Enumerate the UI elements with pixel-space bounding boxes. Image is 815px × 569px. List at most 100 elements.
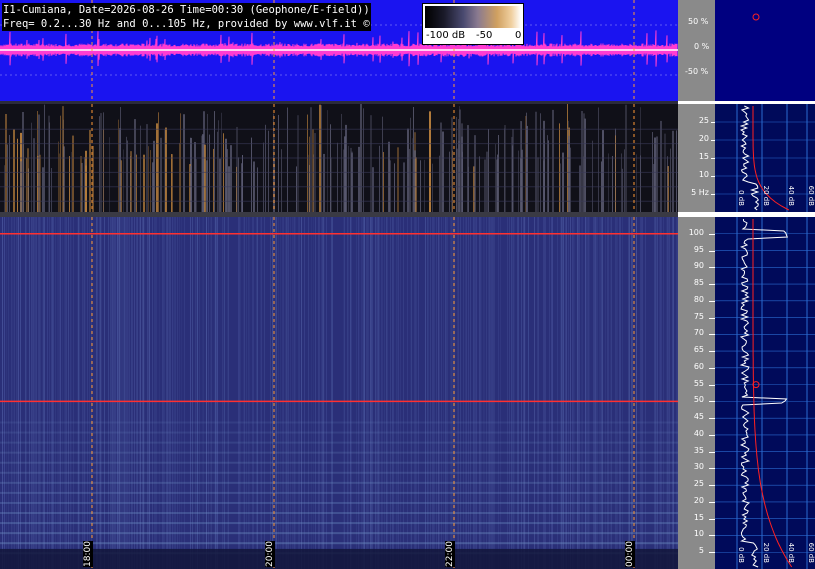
noise-column	[257, 217, 258, 569]
chart-title: I1-Cumiana, Date=2026-08-26 Time=00:30 (…	[2, 3, 371, 31]
noise-column	[168, 217, 169, 569]
noise-column	[216, 217, 217, 569]
noise-column	[315, 217, 316, 569]
side-panel-low-spectrum: 0 dB 20 dB 40 dB 60 dB	[715, 104, 815, 212]
noise-column	[607, 217, 608, 569]
noise-column	[77, 217, 78, 569]
spectral-streak	[236, 126, 238, 212]
noise-column	[523, 217, 524, 569]
noise-column	[203, 217, 204, 569]
noise-column	[140, 217, 141, 569]
noise-column	[343, 217, 344, 569]
noise-column	[111, 217, 112, 569]
spectral-band	[0, 471, 678, 474]
noise-column	[192, 217, 193, 569]
noise-column	[668, 217, 669, 569]
noise-column	[563, 217, 564, 569]
noise-column	[521, 217, 522, 569]
spectral-streak	[72, 135, 74, 212]
noise-column	[44, 217, 45, 569]
noise-column	[85, 217, 86, 569]
noise-column	[136, 217, 137, 569]
side-high-db-label: 60 dB	[807, 543, 815, 564]
noise-column	[659, 217, 660, 569]
noise-column	[26, 217, 27, 569]
noise-column	[366, 217, 367, 569]
spectral-streak	[518, 150, 519, 212]
spectral-streak	[358, 146, 360, 212]
noise-column	[447, 217, 448, 569]
noise-column	[473, 217, 474, 569]
noise-column	[619, 217, 620, 569]
noise-column	[579, 217, 580, 569]
waveform-tick: 50 %	[688, 17, 709, 26]
spectral-band	[0, 441, 678, 444]
noise-column	[68, 217, 69, 569]
spectral-streak	[348, 145, 349, 212]
noise-column	[278, 217, 279, 569]
noise-column	[65, 217, 66, 569]
noise-column	[656, 217, 657, 569]
spectral-streak	[535, 111, 537, 212]
noise-column	[439, 217, 440, 569]
noise-column	[170, 217, 171, 569]
spectral-streak	[218, 120, 219, 212]
waveform-tick: -50 %	[685, 67, 709, 76]
noise-column	[264, 217, 265, 569]
noise-column	[525, 217, 526, 569]
low-spectrogram-svg	[0, 104, 678, 212]
spectral-streak	[123, 149, 124, 212]
noise-column	[458, 217, 459, 569]
noise-column	[128, 217, 129, 569]
noise-column	[112, 217, 113, 569]
spectral-streak	[230, 145, 232, 212]
spectral-band	[0, 431, 678, 434]
noise-column	[445, 217, 446, 569]
noise-column	[166, 217, 167, 569]
spectral-streak	[660, 120, 662, 212]
noise-column	[578, 217, 579, 569]
noise-column	[253, 217, 254, 569]
spectral-streak	[432, 163, 433, 212]
noise-column	[17, 217, 18, 569]
noise-column	[89, 217, 90, 569]
spectral-streak	[80, 155, 82, 212]
spectral-streak	[130, 151, 132, 212]
spectral-streak	[407, 128, 409, 212]
noise-column	[513, 217, 514, 569]
noise-column	[11, 217, 12, 569]
spectral-streak	[84, 157, 85, 212]
high-axis-tick: 35	[693, 445, 704, 455]
noise-column	[66, 217, 67, 569]
noise-column	[378, 217, 379, 569]
noise-column	[137, 217, 138, 569]
noise-column	[407, 217, 408, 569]
noise-column	[428, 217, 429, 569]
noise-column	[622, 217, 623, 569]
high-axis-tick: 40	[693, 428, 704, 438]
noise-column	[43, 217, 44, 569]
noise-column	[441, 217, 442, 569]
noise-column	[97, 217, 98, 569]
noise-column	[560, 217, 561, 569]
waveform-tick: 0 %	[694, 42, 710, 51]
spectral-streak	[372, 167, 374, 212]
spectral-band	[0, 501, 678, 504]
noise-column	[386, 217, 387, 569]
spectral-streak	[121, 160, 122, 212]
noise-column	[582, 217, 583, 569]
noise-column	[156, 217, 157, 569]
low-axis-tick: 10	[698, 170, 709, 179]
noise-column	[509, 217, 510, 569]
spectral-streak	[49, 122, 50, 212]
noise-column	[414, 217, 415, 569]
title-line-1: I1-Cumiana, Date=2026-08-26 Time=00:30 (…	[2, 3, 371, 17]
noise-column	[181, 217, 182, 569]
spectral-streak	[547, 135, 548, 212]
high-axis-tick: 15	[693, 512, 704, 522]
noise-column	[350, 217, 351, 569]
spectral-streak	[351, 151, 353, 212]
noise-column	[596, 217, 597, 569]
noise-column	[318, 217, 319, 569]
noise-column	[371, 217, 372, 569]
